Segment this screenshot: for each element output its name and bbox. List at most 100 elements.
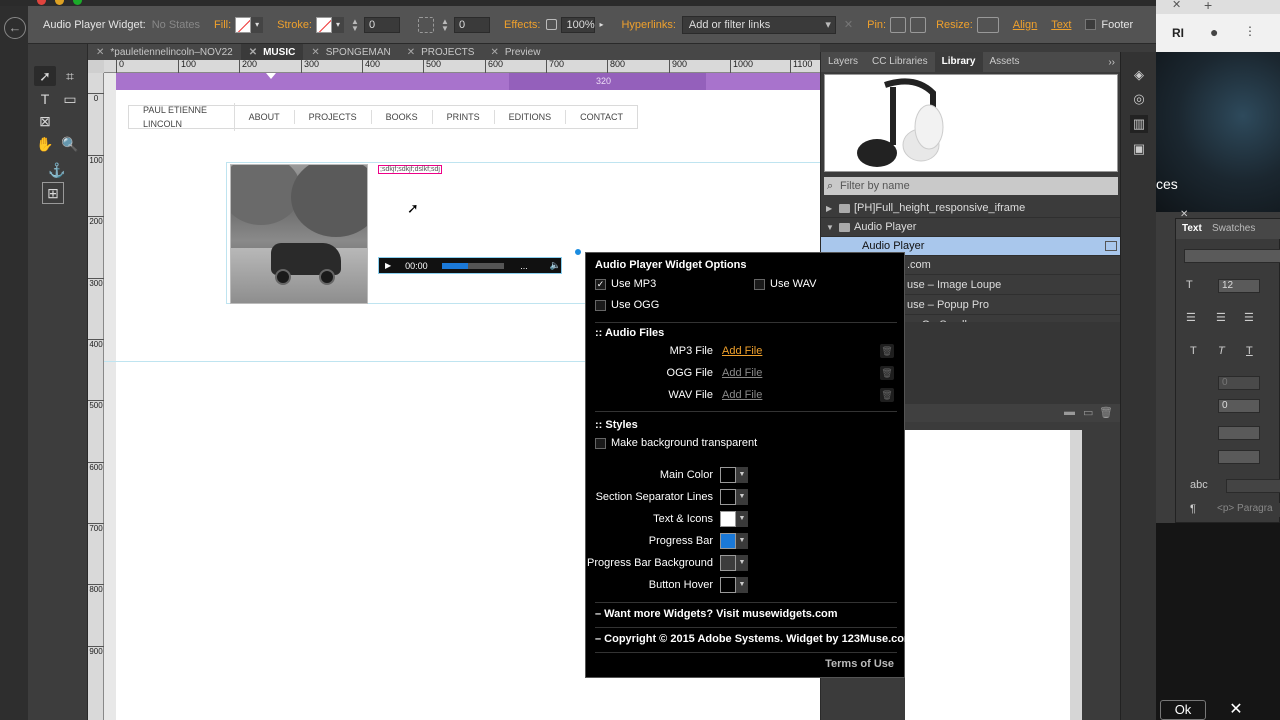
tab-library[interactable]: Library <box>934 52 983 72</box>
opacity-input[interactable]: 100% <box>561 16 596 33</box>
library-filter-input[interactable]: ⌕ Filter by name <box>824 177 1118 195</box>
align-link[interactable]: Align <box>1013 19 1037 31</box>
new-folder-icon[interactable]: ▬ <box>1064 406 1075 418</box>
play-icon[interactable]: ▶ <box>385 261 391 270</box>
zoom-tool-icon[interactable]: 🔍 <box>59 134 81 154</box>
close-tab-icon[interactable]: ✕ <box>96 47 104 58</box>
more-menu-icon[interactable]: ⋮ <box>1244 24 1256 38</box>
italic-icon[interactable]: T <box>1218 345 1225 357</box>
tab-spongeman[interactable]: ✕ SPONGEMAN <box>303 44 398 60</box>
place-item-icon[interactable] <box>1105 241 1117 251</box>
use-ogg-option[interactable]: Use OGG <box>595 299 659 311</box>
nav-item-books[interactable]: BOOKS <box>372 110 433 124</box>
nav-item-prints[interactable]: PRINTS <box>433 110 495 124</box>
bold-icon[interactable]: T <box>1190 345 1197 357</box>
hand-tool-icon[interactable]: ✋ <box>34 134 56 154</box>
volume-icon[interactable]: 🔈 <box>550 260 561 271</box>
tab-assets[interactable]: Assets <box>983 52 1027 72</box>
stroke-stepper-icon[interactable]: ▲ ▼ <box>350 17 360 32</box>
text-frame[interactable]: ;sdkjf;sdkjf;dslkf;sdj <box>378 165 442 174</box>
stroke-dropdown-icon[interactable]: ▾ <box>332 16 344 33</box>
resize-mode-icon[interactable] <box>976 16 999 33</box>
rectangle-tool-icon[interactable]: ▭ <box>59 89 81 109</box>
text-link[interactable]: Text <box>1051 19 1071 31</box>
nav-item-home[interactable]: PAUL ETIENNE LINCOLN <box>129 103 235 131</box>
ogg-add-file-link[interactable]: Add File <box>722 367 762 379</box>
font-size-input[interactable]: 12 <box>1218 279 1260 293</box>
button-hover-swatch[interactable] <box>720 577 736 593</box>
space-after-input[interactable] <box>1218 450 1260 464</box>
clear-link-icon[interactable]: ✕ <box>844 18 853 31</box>
close-tab-icon[interactable]: ✕ <box>1172 0 1181 11</box>
breakpoint-marker-icon[interactable] <box>266 73 276 79</box>
text-icons-swatch[interactable] <box>720 511 736 527</box>
pin-label[interactable]: Pin: <box>867 19 886 31</box>
expand-arrow-icon[interactable]: ▶ <box>826 199 832 218</box>
stroke-label[interactable]: Stroke: <box>277 19 312 31</box>
stroke-swatch[interactable] <box>316 16 332 33</box>
collapse-arrow-icon[interactable]: ▼ <box>826 218 834 237</box>
footer-checkbox[interactable] <box>1085 19 1097 30</box>
hyperlinks-select[interactable]: Add or filter links <box>681 15 836 34</box>
use-mp3-checkbox[interactable]: ✓ <box>595 278 606 290</box>
music-photo[interactable] <box>230 164 368 304</box>
close-icon[interactable]: ✕ <box>1226 700 1246 720</box>
tab-layers[interactable]: Layers <box>821 52 865 72</box>
paragraph-style-field[interactable]: <p> Paragra <box>1214 503 1280 517</box>
dropdown-icon[interactable]: ▼ <box>736 489 748 505</box>
minimize-window-icon[interactable] <box>55 0 64 5</box>
resize-label[interactable]: Resize: <box>936 19 973 31</box>
align-right-icon[interactable]: ☰ <box>1244 311 1254 324</box>
vertical-ruler[interactable]: 0 100 200 300 400 500 600 700 800 900 <box>88 73 104 720</box>
crop-tool-icon[interactable]: ⌗ <box>59 66 81 86</box>
zoom-window-icon[interactable] <box>73 0 82 5</box>
trash-icon[interactable]: 🗑 <box>880 344 894 358</box>
close-window-icon[interactable] <box>37 0 46 5</box>
font-family-field[interactable] <box>1184 249 1280 263</box>
layers-icon[interactable]: ◈ <box>1130 66 1148 84</box>
terms-of-use-link[interactable]: Terms of Use <box>825 658 894 670</box>
tab-swatches[interactable]: Swatches <box>1212 223 1255 234</box>
pin-layout-icon[interactable] <box>910 16 927 33</box>
nav-item-contact[interactable]: CONTACT <box>566 110 637 124</box>
nav-item-about[interactable]: ABOUT <box>235 110 295 124</box>
use-mp3-option[interactable]: ✓ Use MP3 <box>595 278 656 290</box>
footer-option[interactable]: Footer <box>1085 19 1133 31</box>
site-navigation[interactable]: PAUL ETIENNE LINCOLN ABOUT PROJECTS BOOK… <box>128 103 638 131</box>
use-wav-option[interactable]: Use WAV <box>754 278 816 290</box>
hyphenation-icon[interactable]: abc <box>1190 479 1208 491</box>
selection-tool-icon[interactable]: ➚ <box>34 66 56 86</box>
back-arrow-icon[interactable]: ← <box>4 17 26 39</box>
align-left-icon[interactable]: ☰ <box>1186 311 1196 324</box>
transparent-bg-option[interactable]: Make background transparent <box>595 437 757 449</box>
delete-icon[interactable]: 🗑 <box>1099 406 1113 419</box>
align-center-icon[interactable]: ☰ <box>1216 311 1226 324</box>
tab-music[interactable]: ✕ MUSIC <box>240 44 304 60</box>
tracking-input[interactable]: 0 <box>1218 376 1260 390</box>
progress-bar[interactable] <box>441 262 505 269</box>
fill-dropdown-icon[interactable]: ▾ <box>251 16 264 33</box>
hyperlinks-label[interactable]: Hyperlinks: <box>621 19 675 31</box>
transparent-bg-checkbox[interactable] <box>595 437 606 449</box>
horizontal-ruler[interactable]: 0 100 200 300 400 500 600 700 800 900 10… <box>104 60 820 73</box>
close-tab-icon[interactable]: ✕ <box>490 47 498 58</box>
vertical-scrollbar[interactable] <box>1070 430 1082 720</box>
fill-swatch[interactable] <box>235 16 252 33</box>
text-tool-icon[interactable]: T <box>34 89 56 109</box>
more-widgets-link[interactable]: – Want more Widgets? Visit musewidgets.c… <box>595 608 838 620</box>
new-tab-icon[interactable]: + <box>1204 0 1212 13</box>
trash-icon[interactable]: 🗑 <box>880 366 894 380</box>
main-color-swatch[interactable] <box>720 467 736 483</box>
dropdown-icon[interactable]: ▼ <box>736 577 748 593</box>
anchor-tool-icon[interactable]: ⚓ <box>46 160 68 180</box>
close-panel-icon[interactable]: ✕ <box>1180 209 1188 220</box>
account-icon[interactable]: ● <box>1210 24 1218 40</box>
corner-stepper-icon[interactable]: ▲ ▼ <box>440 17 450 32</box>
tab-projects[interactable]: ✕ PROJECTS <box>399 44 483 60</box>
cc-libraries-icon[interactable]: ◎ <box>1130 90 1148 108</box>
effects-label[interactable]: Effects: <box>504 19 540 31</box>
dropdown-icon[interactable]: ▼ <box>736 533 748 549</box>
tab-cc-libraries[interactable]: CC Libraries <box>865 52 935 72</box>
text-label[interactable]: Text <box>1051 19 1071 31</box>
nav-item-editions[interactable]: EDITIONS <box>495 110 567 124</box>
